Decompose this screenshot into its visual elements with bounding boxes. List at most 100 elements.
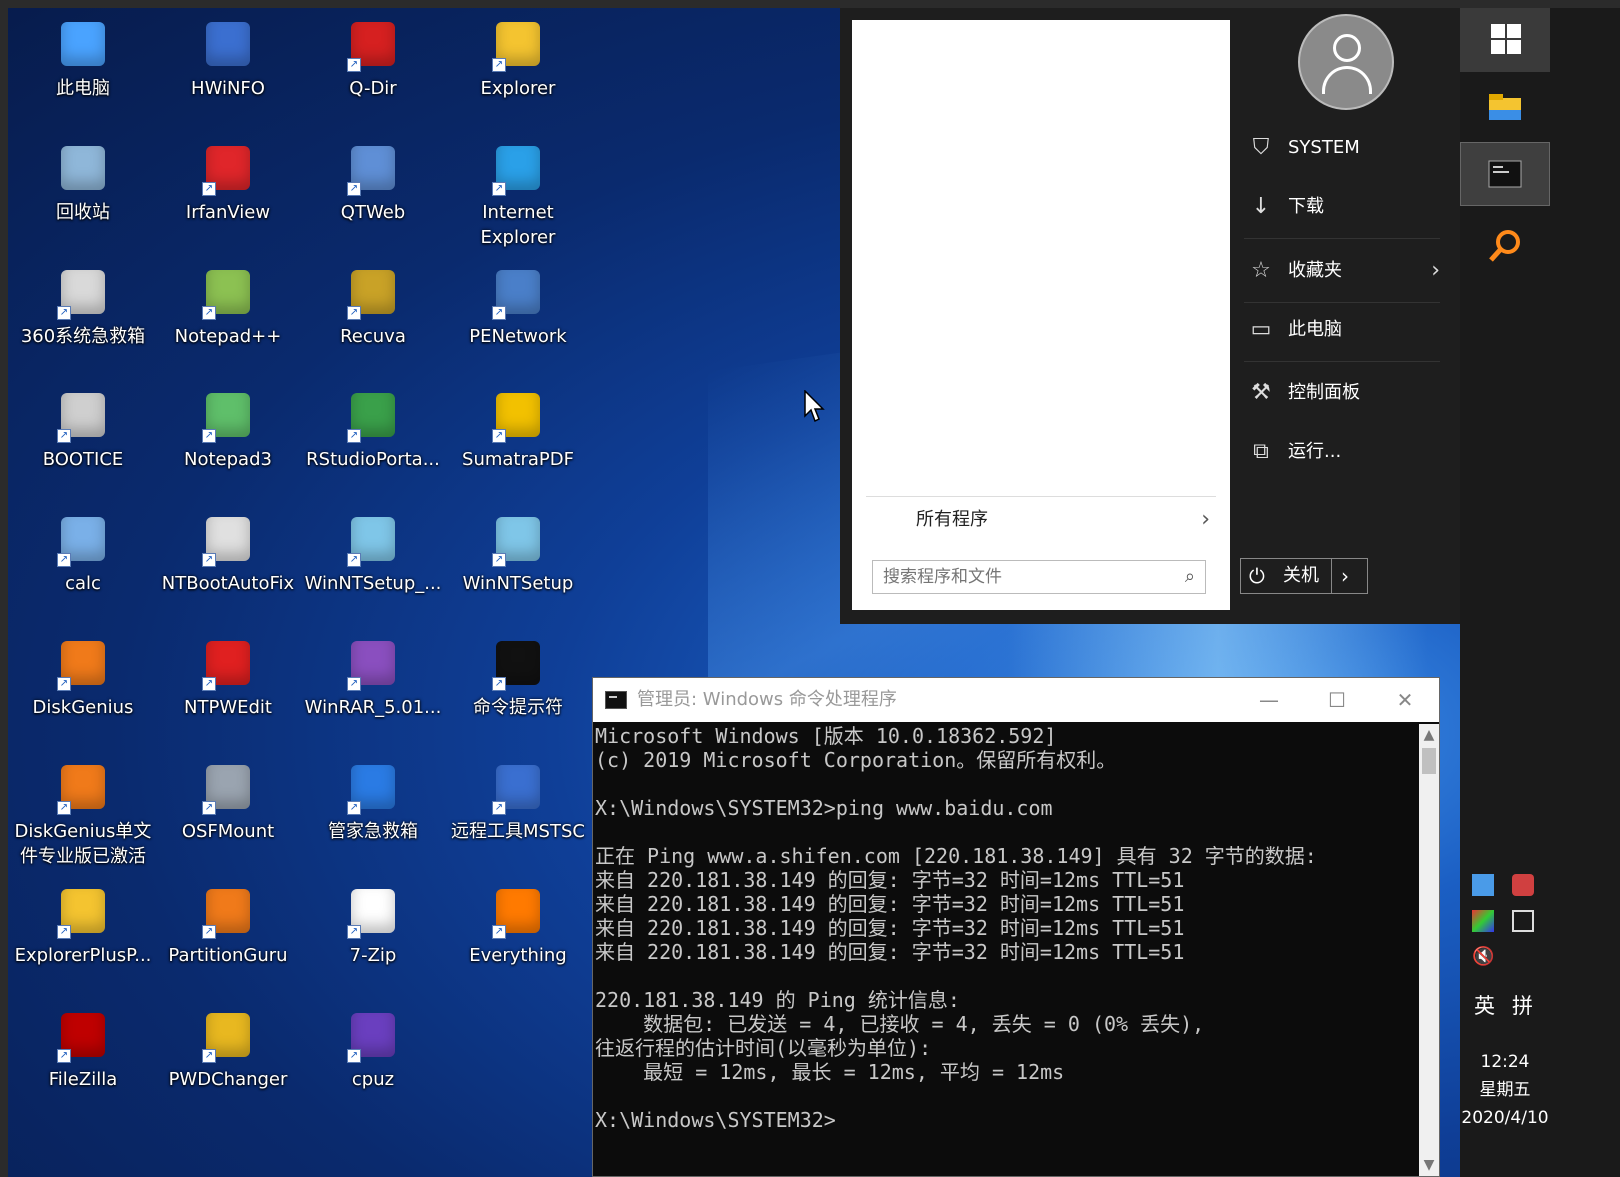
- desktop-icon[interactable]: HWiNFO: [153, 8, 303, 132]
- start-menu-divider: [1244, 361, 1440, 362]
- tool-icon[interactable]: [1512, 874, 1534, 896]
- desktop-icon-label: 360系统急救箱: [20, 326, 146, 347]
- desktop-icon-label: HWiNFO: [191, 78, 265, 99]
- minimize-button[interactable]: —: [1235, 678, 1303, 722]
- start-search-box[interactable]: ⌕: [872, 560, 1206, 594]
- shortcut-arrow-icon: ↗: [347, 182, 361, 196]
- shortcut-arrow-icon: ↗: [492, 553, 506, 567]
- shortcut-arrow-icon: ↗: [492, 801, 506, 815]
- desktop-icon[interactable]: ↗ 管家急救箱: [298, 751, 448, 875]
- start-item-favorites[interactable]: ☆ 收藏夹 ›: [1240, 246, 1440, 296]
- start-search-input[interactable]: [883, 567, 1163, 587]
- cmd-output-line: Microsoft Windows [版本 10.0.18362.592]: [595, 724, 1057, 748]
- clock-time: 12:24: [1480, 1052, 1530, 1072]
- desktop-icon[interactable]: ↗ WinNTSetup_...: [298, 503, 448, 627]
- start-item-this-pc[interactable]: ▭ 此电脑: [1240, 305, 1440, 355]
- volume-muted-icon[interactable]: 🔇: [1472, 946, 1494, 968]
- desktop-icon[interactable]: ↗ FileZilla: [8, 999, 158, 1123]
- desktop-icon-label: DiskGenius: [32, 697, 134, 718]
- desktop-icon[interactable]: ↗ Notepad++: [153, 256, 303, 380]
- desktop-icon[interactable]: 此电脑: [8, 8, 158, 132]
- cmd-scrollbar[interactable]: ▲ ▼: [1419, 724, 1439, 1176]
- start-item-label: 运行...: [1288, 441, 1342, 462]
- shortcut-arrow-icon: ↗: [57, 925, 71, 939]
- scroll-up-arrow-icon[interactable]: ▲: [1419, 724, 1439, 746]
- desktop-icon[interactable]: ↗ NTPWEdit: [153, 627, 303, 751]
- desktop-icon[interactable]: ↗ NTBootAutoFix: [153, 503, 303, 627]
- winntsetup-icon: ↗: [345, 511, 401, 567]
- taskbar-cmd-button[interactable]: [1460, 142, 1550, 206]
- desktop-icon[interactable]: ↗ 360系统急救箱: [8, 256, 158, 380]
- desktop-icon-label: DiskGenius单文件专业版已激活: [14, 821, 152, 867]
- start-item-system[interactable]: ⛉ SYSTEM: [1240, 123, 1440, 173]
- ime-mode-indicator[interactable]: 拼: [1512, 990, 1533, 1020]
- shortcut-arrow-icon: ↗: [492, 429, 506, 443]
- taskbar-explorer-button[interactable]: [1460, 74, 1550, 138]
- desktop-icon[interactable]: ↗ BOOTICE: [8, 379, 158, 503]
- power-icon[interactable]: ⏻: [1249, 559, 1265, 593]
- search-icon: ⌕: [1184, 566, 1195, 587]
- desktop-icon[interactable]: ↗ DiskGenius: [8, 627, 158, 751]
- desktop-icon[interactable]: 回收站: [8, 132, 158, 256]
- close-button[interactable]: ✕: [1371, 678, 1439, 722]
- desktop-icon[interactable]: ↗ SumatraPDF: [443, 379, 593, 503]
- taskbar-clock[interactable]: 12:24 星期五 2020/4/10: [1460, 1048, 1550, 1132]
- start-item-run[interactable]: ⧉ 运行...: [1240, 427, 1440, 477]
- cmd-output-line: 来自 220.181.38.149 的回复: 字节=32 时间=12ms TTL…: [595, 940, 1185, 964]
- desktop-icon[interactable]: ↗ DiskGenius单文件专业版已激活: [8, 751, 158, 875]
- shortcut-arrow-icon: ↗: [347, 1049, 361, 1063]
- chevron-right-icon: ›: [1201, 507, 1210, 532]
- cmd-output-line: [595, 1084, 1419, 1108]
- shutdown-button-group: ⏻ 关机 ›: [1240, 558, 1368, 594]
- desktop-icon[interactable]: ↗ 远程工具MSTSC: [443, 751, 593, 875]
- desktop-icon[interactable]: ↗ PWDChanger: [153, 999, 303, 1123]
- maximize-button[interactable]: ☐: [1303, 678, 1371, 722]
- cmd-app-icon[interactable]: [605, 691, 627, 709]
- monitor-icon[interactable]: [1512, 910, 1534, 932]
- cmd-output-line: 来自 220.181.38.149 的回复: 字节=32 时间=12ms TTL…: [595, 892, 1185, 916]
- desktop-icon-label: 远程工具MSTSC: [451, 821, 585, 842]
- desktop-icon[interactable]: ↗ Recuva: [298, 256, 448, 380]
- desktop-icon-label: PartitionGuru: [168, 945, 288, 966]
- desktop-icon[interactable]: ↗ 7-Zip: [298, 875, 448, 999]
- shutdown-options-button[interactable]: ›: [1341, 559, 1349, 593]
- cmd-output-line: X:\Windows\SYSTEM32>ping www.baidu.com: [595, 796, 1053, 820]
- desktop-icon[interactable]: ↗ RStudioPorta...: [298, 379, 448, 503]
- desktop-icon[interactable]: ↗ Explorer: [443, 8, 593, 132]
- desktop-icon[interactable]: ↗ QTWeb: [298, 132, 448, 256]
- desktop-icon[interactable]: ↗ Everything: [443, 875, 593, 999]
- desktop-icon[interactable]: ↗ calc: [8, 503, 158, 627]
- all-programs-button[interactable]: 所有程序 ›: [866, 496, 1216, 542]
- desktop-icon[interactable]: ↗ OSFMount: [153, 751, 303, 875]
- ntboot-icon: ↗: [200, 511, 256, 567]
- start-button[interactable]: [1460, 8, 1550, 72]
- start-item-control-panel[interactable]: ⚒ 控制面板: [1240, 368, 1440, 418]
- scroll-thumb[interactable]: [1422, 748, 1436, 774]
- desktop-icon[interactable]: ↗ cpuz: [298, 999, 448, 1123]
- display-color-icon[interactable]: [1472, 910, 1494, 932]
- shutdown-button[interactable]: 关机: [1283, 559, 1319, 593]
- scroll-down-arrow-icon[interactable]: ▼: [1419, 1154, 1439, 1176]
- desktop-icon[interactable]: ↗ WinRAR_5.01...: [298, 627, 448, 751]
- start-item-label: 控制面板: [1288, 382, 1360, 403]
- ime-language-indicator[interactable]: 英: [1474, 990, 1495, 1020]
- network-icon[interactable]: [1472, 874, 1494, 896]
- desktop-icon[interactable]: ↗ PENetwork: [443, 256, 593, 380]
- taskbar: 🔇 英 拼 12:24 星期五 2020/4/10: [1460, 8, 1620, 1177]
- mouse-cursor-icon: [804, 390, 825, 423]
- desktop-icon[interactable]: ↗ WinNTSetup: [443, 503, 593, 627]
- user-avatar[interactable]: [1298, 14, 1394, 110]
- desktop-icon[interactable]: ↗ ExplorerPlusP...: [8, 875, 158, 999]
- cmd-titlebar[interactable]: 管理员: Windows 命令处理程序 — ☐ ✕: [593, 678, 1439, 722]
- desktop-icon[interactable]: ↗ PartitionGuru: [153, 875, 303, 999]
- desktop-icon[interactable]: ↗ Internet Explorer: [443, 132, 593, 256]
- desktop-icon[interactable]: ↗ Notepad3: [153, 379, 303, 503]
- diskgenius-icon: ↗: [55, 635, 111, 691]
- taskbar-search-button[interactable]: [1460, 216, 1550, 280]
- desktop-icon[interactable]: ↗ IrfanView: [153, 132, 303, 256]
- desktop-icon[interactable]: ↗ 命令提示符: [443, 627, 593, 751]
- start-item-downloads[interactable]: ↓ 下载: [1240, 182, 1440, 232]
- desktop-icon[interactable]: ↗ Q-Dir: [298, 8, 448, 132]
- cmd-console-output[interactable]: Microsoft Windows [版本 10.0.18362.592] (c)…: [593, 724, 1419, 1176]
- start-item-label: 下载: [1288, 196, 1324, 217]
